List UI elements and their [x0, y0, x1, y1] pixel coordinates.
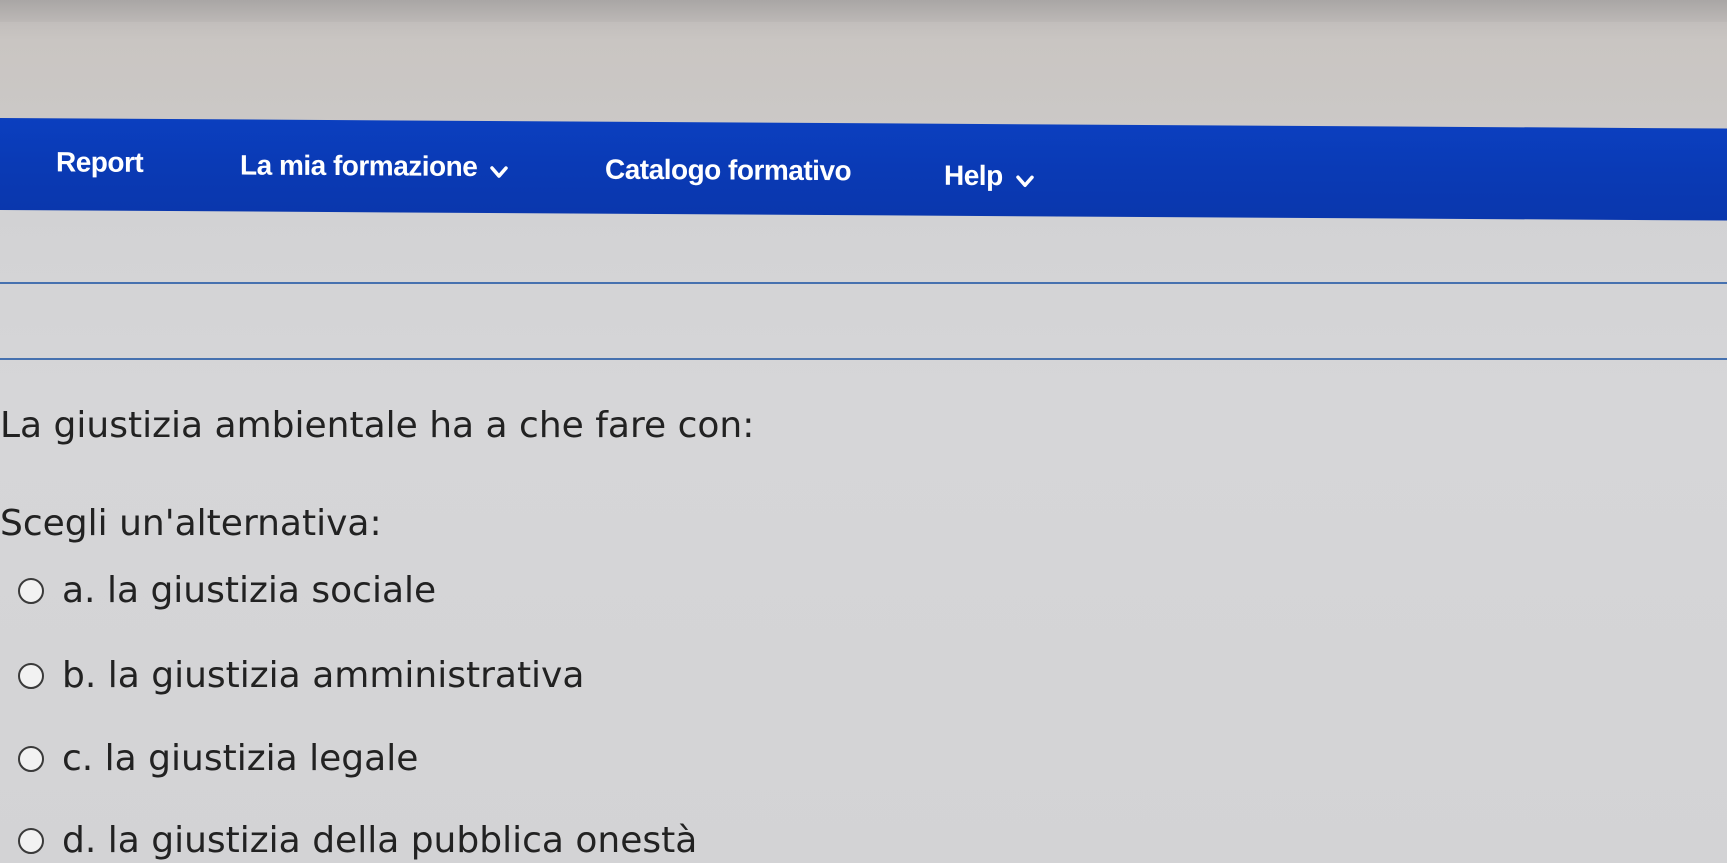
nav-item-label: Report [56, 146, 144, 178]
answer-option-c[interactable]: c. la giustizia legale [18, 738, 418, 779]
chevron-down-icon [489, 157, 509, 178]
chevron-down-icon [1015, 166, 1035, 188]
top-strip [0, 0, 1727, 22]
divider [0, 282, 1727, 284]
radio-button[interactable] [18, 662, 44, 689]
nav-item-label: Catalogo formativo [605, 153, 852, 187]
answer-option-label: c. la giustizia legale [62, 738, 419, 779]
radio-button[interactable] [18, 745, 44, 772]
radio-button[interactable] [18, 827, 44, 854]
radio-button[interactable] [18, 577, 44, 604]
question-text: La giustizia ambientale ha a che fare co… [0, 405, 755, 446]
answer-option-label: a. la giustizia sociale [62, 570, 437, 611]
divider [0, 358, 1727, 360]
answer-prompt: Scegli un'alternativa: [0, 503, 382, 544]
answer-option-b[interactable]: b. la giustizia amministrativa [18, 655, 584, 696]
answer-option-label: b. la giustizia amministrativa [62, 655, 585, 696]
answer-option-d[interactable]: d. la giustizia della pubblica onestà [18, 820, 697, 861]
nav-item-la-mia-formazione[interactable]: La mia formazione [240, 149, 509, 183]
nav-item-label: Help [944, 159, 1003, 192]
nav-item-report[interactable]: Report [56, 146, 143, 179]
nav-item-catalogo-formativo[interactable]: Catalogo formativo [605, 154, 851, 188]
page: Report La mia formazione Catalogo format… [0, 0, 1727, 863]
nav-item-help[interactable]: Help [944, 160, 1035, 193]
answer-option-label: d. la giustizia della pubblica onestà [62, 820, 698, 861]
main-navbar: Report La mia formazione Catalogo format… [0, 118, 1727, 221]
nav-item-label: La mia formazione [240, 149, 478, 182]
answer-option-a[interactable]: a. la giustizia sociale [18, 570, 436, 611]
